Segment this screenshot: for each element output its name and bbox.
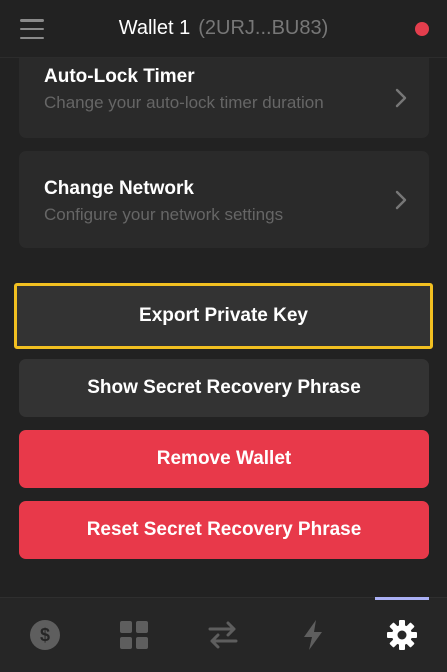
change-network-title: Change Network — [44, 178, 194, 199]
tab-balance[interactable]: $ — [15, 598, 75, 672]
hamburger-menu-icon[interactable] — [20, 19, 44, 39]
auto-lock-subtitle: Change your auto-lock timer duration — [44, 93, 324, 112]
tab-activity[interactable] — [283, 598, 343, 672]
change-network-item[interactable]: Change Network Configure your network se… — [19, 151, 429, 248]
wallet-address: (2URJ...BU83) — [198, 17, 329, 39]
menu-line — [20, 19, 44, 22]
auto-lock-title: Auto-Lock Timer — [44, 66, 195, 87]
auto-lock-timer-item[interactable]: Auto-Lock Timer Change your auto-lock ti… — [19, 58, 429, 138]
change-network-subtitle: Configure your network settings — [44, 205, 284, 224]
menu-line — [20, 36, 44, 39]
active-tab-indicator — [375, 596, 430, 600]
show-secret-recovery-phrase-button[interactable]: Show Secret Recovery Phrase — [19, 359, 429, 417]
swap-icon — [208, 621, 238, 649]
bottom-tab-bar: $ — [0, 596, 447, 672]
grid-icon — [120, 621, 149, 649]
tab-settings[interactable] — [372, 596, 432, 672]
dollar-icon: $ — [29, 620, 60, 650]
menu-line — [20, 27, 44, 31]
tab-collectibles[interactable] — [104, 598, 164, 672]
reset-secret-recovery-phrase-button[interactable]: Reset Secret Recovery Phrase — [19, 501, 429, 559]
chevron-right-icon — [395, 190, 407, 209]
export-private-key-button[interactable]: Export Private Key — [14, 283, 433, 349]
svg-text:$: $ — [40, 625, 50, 645]
header: Wallet 1 (2URJ...BU83) — [0, 0, 447, 58]
chevron-right-icon — [395, 88, 407, 108]
wallet-name: Wallet 1 — [118, 17, 191, 39]
connection-status-dot — [415, 22, 429, 36]
gear-icon — [387, 620, 418, 650]
lightning-icon — [303, 620, 322, 650]
remove-wallet-button[interactable]: Remove Wallet — [19, 430, 429, 488]
wallet-selector[interactable]: Wallet 1 (2URJ...BU83) — [119, 17, 329, 40]
tab-swap[interactable] — [193, 598, 253, 672]
